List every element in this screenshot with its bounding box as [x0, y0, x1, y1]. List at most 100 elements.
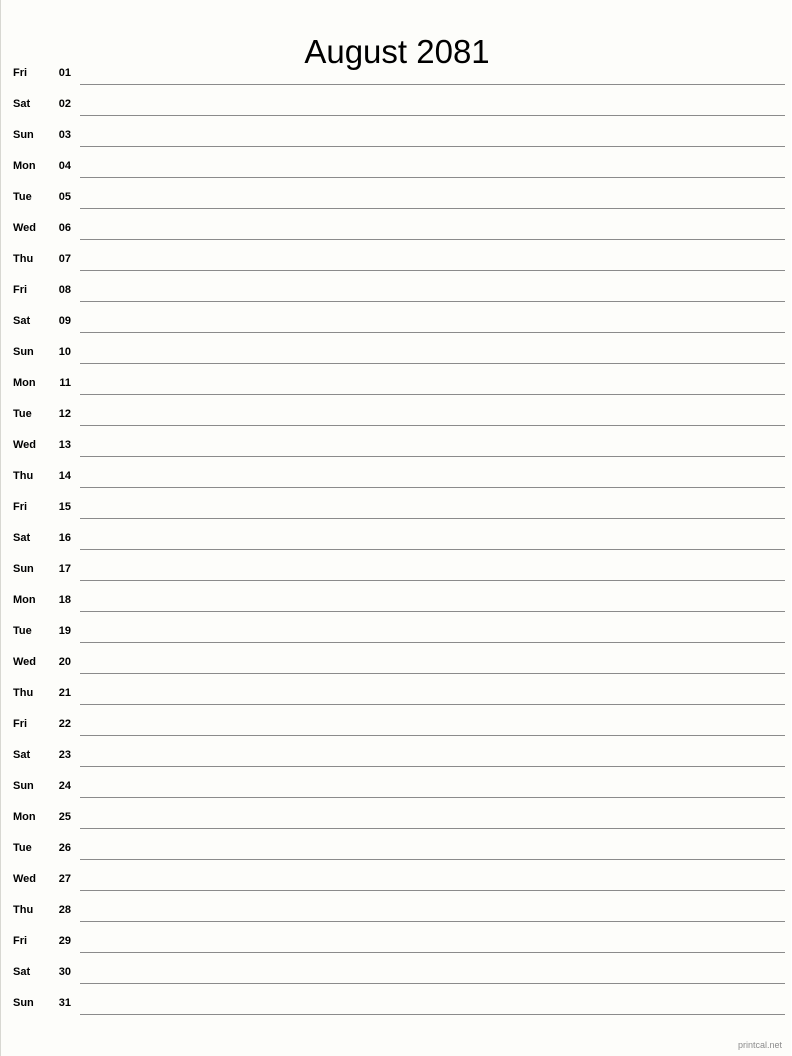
day-number-label: 02 — [58, 98, 71, 110]
day-note-line[interactable] — [80, 704, 785, 705]
day-row[interactable]: Tue 05 — [1, 185, 792, 216]
day-note-line[interactable] — [80, 115, 785, 116]
day-row[interactable]: Sun 03 — [1, 123, 792, 154]
day-note-line[interactable] — [80, 921, 785, 922]
day-number-label: 30 — [58, 966, 71, 978]
day-note-line[interactable] — [80, 239, 785, 240]
day-row[interactable]: Tue 19 — [1, 619, 792, 650]
day-weekday-label: Tue — [13, 842, 32, 854]
day-note-line[interactable] — [80, 456, 785, 457]
day-row[interactable]: Thu 07 — [1, 247, 792, 278]
day-note-line[interactable] — [80, 146, 785, 147]
day-weekday-label: Thu — [13, 904, 34, 916]
day-row[interactable]: Fri 01 — [1, 61, 792, 92]
day-row[interactable]: Sat 16 — [1, 526, 792, 557]
day-note-line[interactable] — [80, 549, 785, 550]
day-number-label: 10 — [58, 346, 71, 358]
day-number-label: 08 — [58, 284, 71, 296]
day-row[interactable]: Tue 26 — [1, 836, 792, 867]
day-weekday-label: Mon — [13, 377, 36, 389]
day-row[interactable]: Tue 12 — [1, 402, 792, 433]
day-note-line[interactable] — [80, 611, 785, 612]
day-note-line[interactable] — [80, 487, 785, 488]
day-note-line[interactable] — [80, 332, 785, 333]
day-note-line[interactable] — [80, 890, 785, 891]
day-note-line[interactable] — [80, 518, 785, 519]
day-row[interactable]: Sun 31 — [1, 991, 792, 1022]
day-number-label: 29 — [58, 935, 71, 947]
day-weekday-label: Fri — [13, 67, 28, 79]
day-note-line[interactable] — [80, 766, 785, 767]
day-number-label: 04 — [58, 160, 71, 172]
day-number-label: 23 — [58, 749, 71, 761]
day-weekday-label: Sat — [13, 966, 31, 978]
day-note-line[interactable] — [80, 797, 785, 798]
day-note-line[interactable] — [80, 177, 785, 178]
day-number-label: 24 — [58, 780, 71, 792]
day-note-line[interactable] — [80, 270, 785, 271]
day-row[interactable]: Sun 24 — [1, 774, 792, 805]
day-note-line[interactable] — [80, 828, 785, 829]
day-weekday-label: Sun — [13, 346, 34, 358]
day-row[interactable]: Fri 29 — [1, 929, 792, 960]
day-row[interactable]: Sat 02 — [1, 92, 792, 123]
day-weekday-label: Fri — [13, 501, 28, 513]
day-row[interactable]: Mon 18 — [1, 588, 792, 619]
day-row[interactable]: Thu 21 — [1, 681, 792, 712]
day-row[interactable]: Sat 23 — [1, 743, 792, 774]
day-weekday-label: Tue — [13, 625, 32, 637]
day-weekday-label: Sun — [13, 563, 34, 575]
day-note-line[interactable] — [80, 673, 785, 674]
day-row[interactable]: Sat 30 — [1, 960, 792, 991]
day-number-label: 28 — [58, 904, 71, 916]
day-number-label: 13 — [58, 439, 71, 451]
day-number-label: 03 — [58, 129, 71, 141]
calendar-page: August 2081 Fri 01 Sat 02 Sun 03 Mon 04 Tue 05 Wed… — [0, 0, 792, 1056]
day-number-label: 11 — [59, 377, 71, 389]
day-weekday-label: Mon — [13, 811, 36, 823]
day-number-label: 06 — [58, 222, 71, 234]
day-number-label: 22 — [58, 718, 71, 730]
day-row[interactable]: Wed 13 — [1, 433, 792, 464]
day-weekday-label: Sat — [13, 532, 31, 544]
day-row[interactable]: Thu 28 — [1, 898, 792, 929]
day-row[interactable]: Sun 10 — [1, 340, 792, 371]
day-weekday-label: Sun — [13, 129, 34, 141]
day-note-line[interactable] — [80, 301, 785, 302]
day-row[interactable]: Fri 22 — [1, 712, 792, 743]
day-row[interactable]: Wed 27 — [1, 867, 792, 898]
day-number-label: 26 — [58, 842, 71, 854]
day-row[interactable]: Fri 15 — [1, 495, 792, 526]
day-row[interactable]: Mon 11 — [1, 371, 792, 402]
day-note-line[interactable] — [80, 580, 785, 581]
day-row[interactable]: Sat 09 — [1, 309, 792, 340]
day-note-line[interactable] — [80, 425, 785, 426]
day-weekday-label: Sat — [13, 98, 31, 110]
day-note-line[interactable] — [80, 952, 785, 953]
day-row[interactable]: Wed 06 — [1, 216, 792, 247]
day-weekday-label: Thu — [13, 253, 34, 265]
day-note-line[interactable] — [80, 735, 785, 736]
day-row[interactable]: Mon 25 — [1, 805, 792, 836]
day-note-line[interactable] — [80, 859, 785, 860]
day-row[interactable]: Wed 20 — [1, 650, 792, 681]
day-number-label: 19 — [58, 625, 71, 637]
day-weekday-label: Wed — [13, 656, 37, 668]
day-row[interactable]: Thu 14 — [1, 464, 792, 495]
day-weekday-label: Sat — [13, 749, 31, 761]
day-note-line[interactable] — [80, 642, 785, 643]
day-row[interactable]: Fri 08 — [1, 278, 792, 309]
day-weekday-label: Tue — [13, 191, 32, 203]
day-number-label: 27 — [58, 873, 71, 885]
day-note-line[interactable] — [80, 208, 785, 209]
day-weekday-label: Sat — [13, 315, 31, 327]
day-note-line[interactable] — [80, 394, 785, 395]
day-note-line[interactable] — [80, 84, 785, 85]
day-note-line[interactable] — [80, 1014, 785, 1015]
day-note-line[interactable] — [80, 983, 785, 984]
day-row[interactable]: Mon 04 — [1, 154, 792, 185]
day-note-line[interactable] — [80, 363, 785, 364]
day-row[interactable]: Sun 17 — [1, 557, 792, 588]
day-weekday-label: Tue — [13, 408, 32, 420]
day-weekday-label: Sun — [13, 997, 34, 1009]
